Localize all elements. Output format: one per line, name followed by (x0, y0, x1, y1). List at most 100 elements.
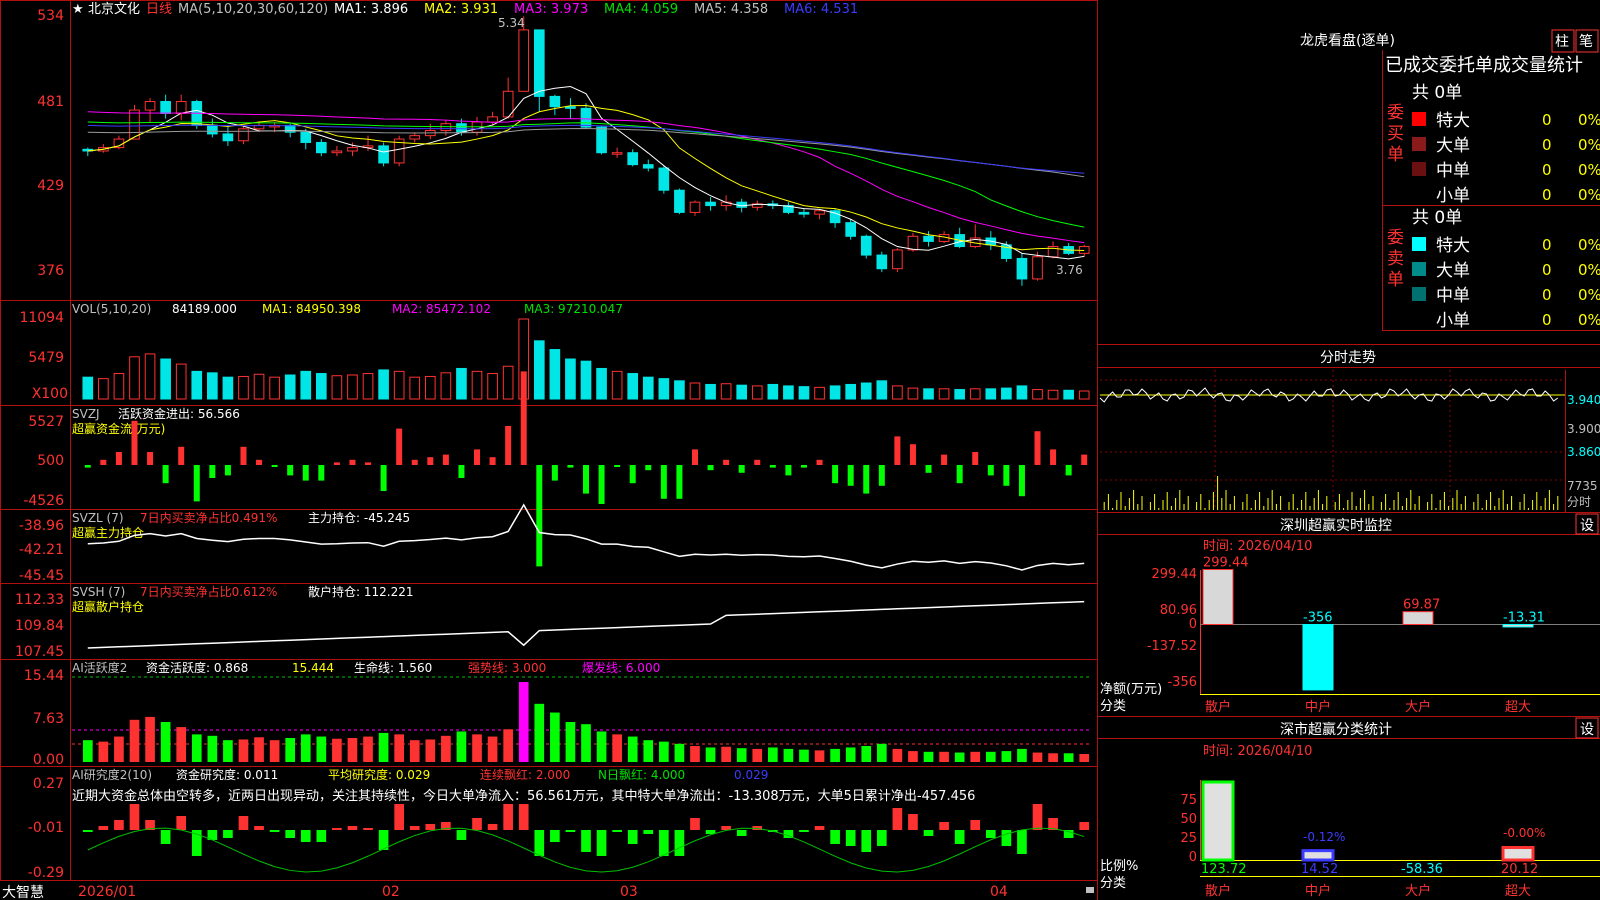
volume-bar (985, 388, 997, 400)
ma-line (87, 124, 1085, 174)
volume-bar (238, 375, 249, 400)
scroll-lock-icon[interactable] (1086, 887, 1094, 893)
ai1-bar (550, 712, 560, 762)
volume-bar (751, 385, 763, 400)
candle-body (175, 101, 187, 114)
candle-body (129, 109, 140, 140)
sell-vertical-label: 委卖单 (1387, 228, 1404, 290)
lhb-row-count: 0 (1542, 136, 1552, 154)
ai1-bar (472, 734, 482, 762)
ai1-bar (830, 748, 840, 762)
svzj-bar (162, 465, 169, 484)
candle-body (487, 116, 498, 123)
ai2-bar (223, 830, 233, 838)
fenshi-tick: 3.940 (1567, 393, 1600, 407)
vol-tick: 11094 (19, 310, 64, 326)
svzj-bar (1065, 465, 1072, 476)
svzj-bar (800, 465, 807, 468)
candle-body (347, 147, 358, 152)
candle-body (627, 152, 639, 166)
ai1-bar (238, 739, 249, 762)
svzj-bar (754, 459, 761, 465)
ai1-tick: 0.00 (33, 752, 64, 768)
candle-body (814, 210, 825, 215)
svzj-bar (271, 465, 278, 467)
ai2-bar (285, 830, 296, 838)
ai2-bar (160, 830, 171, 844)
price-tick: 534 (37, 8, 64, 24)
svzj-bar (442, 454, 449, 465)
svzj-bar (318, 465, 325, 481)
candle-body (549, 95, 561, 108)
stats-bar (1501, 846, 1535, 862)
vol-ma1: MA1: 84950.398 (262, 302, 361, 316)
lhb-row-name: 中单 (1436, 286, 1470, 306)
monitor-tick: -356 (1167, 675, 1197, 690)
lhb-header: 已成交委托单成交量统计 (1385, 55, 1583, 76)
ma5-value: MA5: 4.358 (694, 2, 768, 17)
volume-bar (191, 370, 203, 400)
ai2-bar (612, 830, 622, 832)
lhb-row-name: 大单 (1436, 261, 1470, 281)
fenshi-tick: 7735 (1567, 479, 1598, 493)
svzj-bar (769, 465, 776, 468)
monitor-bar-label: -13.31 (1503, 611, 1545, 626)
candle-body (144, 101, 156, 111)
svzj-bar (629, 465, 636, 484)
ai1-bar (82, 740, 93, 762)
volume-bar (642, 376, 654, 400)
svsh-axis: 112.33 109.84 107.45 (15, 592, 64, 660)
volume-bar (222, 376, 234, 400)
svzj-bar (583, 465, 589, 494)
ai2-header: AI研究度2(10) 资金研究度: 0.011 平均研究度: 0.029 连续飘… (72, 767, 975, 804)
ai1-bar (1063, 753, 1074, 762)
volume-bar (658, 378, 670, 400)
ma6-value: MA6: 4.531 (784, 2, 858, 17)
monitor-tick: 80.96 (1160, 603, 1197, 618)
volume-bar (456, 367, 467, 400)
ai1-label: AI活跃度2 (72, 660, 127, 675)
volume-bar (611, 370, 623, 400)
monitor-bars: 299.44 散户 -356 中户 69.87 大户 -13.31 超大 (1202, 556, 1545, 715)
stats-pct-label: -0.00% (1503, 826, 1545, 840)
monitor-bar (1202, 569, 1234, 625)
chart-canvas: ★ 北京文化 日线 MA(5,10,20,30,60,120) MA1: 3.8… (0, 0, 1600, 900)
volume-bar (954, 389, 965, 400)
period-label[interactable]: 日线 (146, 2, 172, 17)
ai1-bar (674, 743, 685, 762)
ai1-bar (378, 732, 389, 762)
ai1-bar (347, 738, 358, 762)
svzj-bar (505, 426, 512, 465)
stock-name[interactable]: 北京文化 (88, 2, 140, 17)
ai1-bar (1079, 754, 1090, 762)
volume-bar (938, 388, 950, 400)
ai1-bar (736, 748, 747, 762)
stats-ylabel: 比例% (1100, 859, 1138, 874)
svzj-bar (878, 465, 885, 486)
ai1-bar (425, 739, 436, 762)
lhb-row-count: 0 (1542, 161, 1552, 179)
monitor-panel: 深圳超赢实时监控 设 时间: 2026/04/10 299.44 80.96 0… (1100, 513, 1600, 715)
ai2-bar (300, 830, 311, 842)
ai2-bar (814, 826, 825, 830)
monitor-tick: -137.52 (1147, 639, 1197, 654)
ai1-bar (1001, 751, 1012, 762)
ai2-bar (347, 826, 358, 830)
stats-tick: 75 (1180, 793, 1197, 808)
ai1-bar (534, 703, 545, 762)
volume-bar (253, 373, 265, 400)
ai2-bar (238, 816, 249, 830)
candle-body (658, 167, 670, 191)
svzj-subtitle: 超赢资金流(万元) (72, 421, 165, 436)
svzj-bar (691, 449, 698, 465)
stats-bar (1301, 849, 1335, 862)
ai1-bars (82, 682, 1090, 762)
volume-bar (549, 349, 561, 400)
lhb-row-pct: 0% (1578, 236, 1600, 254)
svzl-tick: -45.45 (19, 568, 64, 584)
vol-label: VOL(5,10,20) (72, 302, 151, 316)
svzj-bar (193, 465, 200, 502)
volume-bar (783, 385, 794, 400)
favorite-star-icon[interactable]: ★ (72, 2, 84, 17)
stats-category: 大户 (1405, 883, 1431, 899)
